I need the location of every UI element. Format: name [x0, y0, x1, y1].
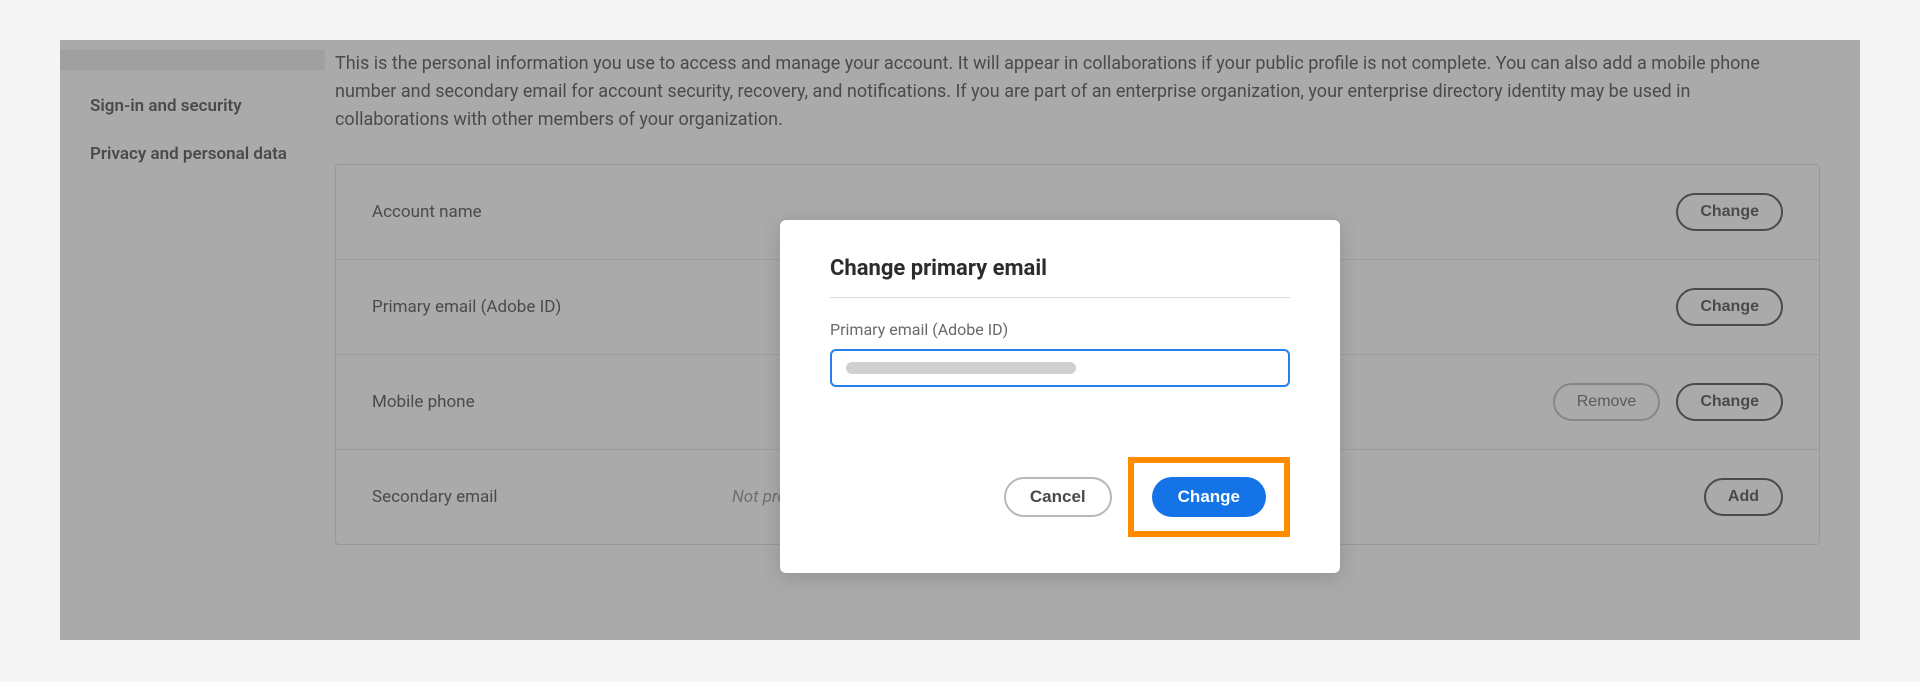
change-button[interactable]: Change — [1152, 477, 1266, 517]
page-container: Sign-in and security Privacy and persona… — [60, 40, 1860, 640]
change-primary-email-modal: Change primary email Primary email (Adob… — [780, 220, 1340, 573]
redacted-email-value — [846, 362, 1076, 374]
modal-field-label: Primary email (Adobe ID) — [830, 320, 1290, 339]
modal-title: Change primary email — [830, 256, 1290, 298]
modal-actions: Cancel Change — [830, 457, 1290, 537]
cancel-button[interactable]: Cancel — [1004, 477, 1112, 517]
highlight-box: Change — [1128, 457, 1290, 537]
primary-email-input[interactable] — [830, 349, 1290, 387]
